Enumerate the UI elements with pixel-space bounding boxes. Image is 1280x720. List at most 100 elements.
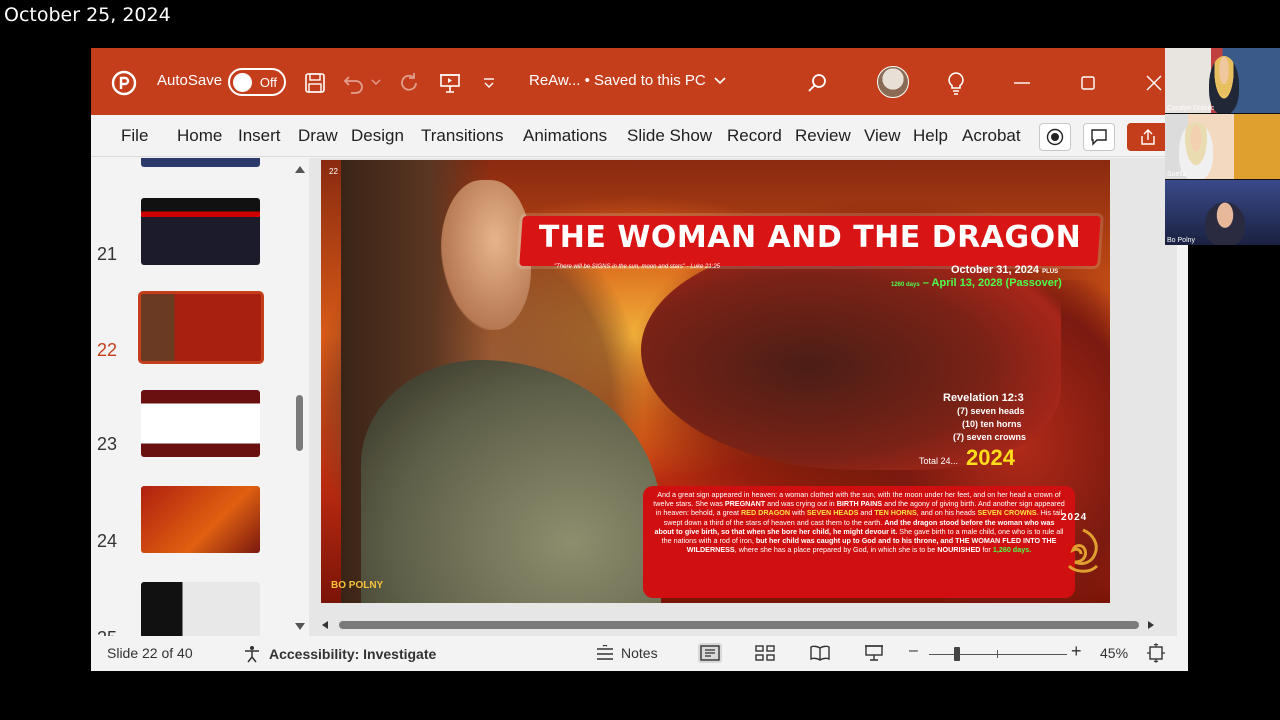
revelation-heads: (7) seven heads (957, 406, 1025, 416)
scripture-text: and was crying out in (767, 499, 835, 509)
canvas-horizontal-scrollbar[interactable] (321, 616, 1157, 634)
zoom-slider-midpoint (997, 650, 998, 658)
slide-sorter-icon (755, 645, 775, 661)
slide-editing-canvas: 22 THE WOMAN AND THE DRAGON "There will … (309, 158, 1177, 636)
tab-design[interactable]: Design (351, 126, 404, 146)
zoom-out-button[interactable]: – (909, 642, 918, 660)
autosave-label: AutoSave (157, 72, 223, 89)
slide-thumbnail-23[interactable] (141, 390, 260, 457)
revelation-total: Total 24... (919, 456, 959, 466)
accessibility-status[interactable]: Accessibility: Investigate (243, 645, 436, 663)
customize-quick-access-icon[interactable] (481, 74, 497, 92)
slide-show-button[interactable] (862, 643, 886, 663)
record-button[interactable] (1039, 123, 1071, 151)
slide-thumbnail-21[interactable] (141, 198, 260, 265)
zoom-level[interactable]: 45% (1100, 645, 1128, 661)
scroll-right-icon[interactable] (1147, 620, 1155, 630)
autosave-toggle[interactable]: Off (228, 68, 286, 96)
undo-icon[interactable] (341, 70, 367, 96)
participant-name: Sueliz (1167, 171, 1187, 178)
scripture-text: , and on his heads (916, 508, 976, 518)
bo-polny-logo: BO POLNY (331, 580, 384, 591)
participant-avatar (1205, 202, 1245, 245)
tab-animations[interactable]: Animations (523, 126, 607, 146)
tab-draw[interactable]: Draw (298, 126, 338, 146)
scrollbar-thumb[interactable] (296, 395, 303, 451)
tab-acrobat[interactable]: Acrobat (962, 126, 1021, 146)
normal-view-button[interactable] (698, 643, 722, 663)
zoom-slider-handle[interactable] (954, 647, 960, 661)
thumbnail-number: 23 (97, 434, 118, 454)
slide-thumbnail-22[interactable] (138, 291, 264, 364)
maximize-button[interactable] (1071, 70, 1105, 96)
share-icon (1141, 129, 1155, 145)
slide-thumbnail-24[interactable] (141, 486, 260, 553)
tab-view[interactable]: View (864, 126, 901, 146)
accessibility-label: Accessibility: Investigate (269, 646, 437, 662)
fit-to-window-button[interactable] (1144, 643, 1168, 663)
participant-video-1[interactable]: Carolyn Dolinic (1165, 48, 1280, 113)
thumbnail-number: 24 (97, 531, 118, 551)
slide-sorter-button[interactable] (753, 643, 777, 663)
tab-review[interactable]: Review (795, 126, 851, 146)
comments-button[interactable] (1083, 123, 1115, 151)
lightbulb-icon[interactable] (943, 70, 969, 96)
powerpoint-logo-icon (111, 70, 137, 96)
slide-thumbnails-pane: 21 22 23 24 25 (91, 158, 289, 636)
autosave-state: Off (259, 74, 277, 90)
document-title[interactable]: ReAw... • Saved to this PC (529, 72, 726, 89)
current-slide[interactable]: 22 THE WOMAN AND THE DRAGON "There will … (321, 160, 1110, 603)
scroll-left-icon[interactable] (321, 620, 329, 630)
date-2-separator: – (922, 277, 929, 289)
date-2-days: 1260 days (891, 282, 920, 288)
tab-record[interactable]: Record (727, 126, 782, 146)
slide-count: Slide 22 of 40 (107, 645, 193, 661)
thumbnails-scrollbar[interactable] (291, 158, 309, 636)
scripture-emphasis: SEVEN HEADS (806, 508, 859, 518)
participant-video-3[interactable]: Bo Polny (1165, 180, 1280, 245)
chevron-down-icon (714, 76, 726, 84)
document-title-text: ReAw... • Saved to this PC (529, 72, 706, 89)
notes-label: Notes (621, 645, 658, 661)
woman-illustration-body (361, 360, 661, 603)
tab-home[interactable]: Home (177, 126, 222, 146)
tab-file[interactable]: File (121, 126, 148, 146)
ribbon-tabs: File Home Insert Draw Design Transitions… (91, 115, 1188, 157)
woman-illustration-face (441, 180, 531, 330)
notes-button[interactable]: Notes (595, 645, 658, 661)
revelation-horns: (10) ten horns (962, 419, 1022, 429)
scripture-emphasis: 1,260 days. (992, 545, 1032, 555)
date-2-text: April 13, 2028 (Passover) (931, 277, 1062, 289)
tab-insert[interactable]: Insert (238, 126, 281, 146)
scripture-text-panel: And a great sign appeared in heaven: a w… (643, 486, 1075, 598)
tab-help[interactable]: Help (913, 126, 948, 146)
profile-avatar[interactable] (877, 66, 909, 98)
scroll-down-icon[interactable] (294, 622, 306, 632)
participant-name: Carolyn Dolinic (1167, 105, 1215, 112)
zoom-in-button[interactable]: + (1071, 641, 1082, 662)
slide-date-1: October 31, 2024 PLUS (951, 264, 1058, 276)
slide-thumbnail-20[interactable] (141, 158, 260, 167)
scroll-up-icon[interactable] (294, 164, 306, 174)
chevron-down-icon[interactable] (371, 76, 381, 88)
slide-thumbnail-25[interactable] (141, 582, 260, 636)
minimize-button[interactable] (1005, 70, 1039, 96)
scripture-text: , where she has a place prepared by God,… (734, 545, 936, 555)
zoom-slider[interactable] (929, 654, 1067, 655)
slide-date-2: 1260 days – April 13, 2028 (Passover) (891, 277, 1062, 289)
scripture-emphasis: SEVEN CROWNS (977, 508, 1037, 518)
reading-view-button[interactable] (808, 643, 832, 663)
present-from-beginning-icon[interactable] (437, 70, 463, 96)
tab-slide-show[interactable]: Slide Show (627, 126, 712, 146)
normal-view-icon (700, 645, 720, 661)
redo-icon[interactable] (396, 70, 422, 96)
search-icon[interactable] (805, 70, 831, 96)
participant-video-2[interactable]: Sueliz (1165, 114, 1280, 179)
accessibility-icon (245, 646, 259, 663)
slide-title: THE WOMAN AND THE DRAGON (538, 220, 1082, 255)
year-badge: 2024 (1061, 512, 1088, 523)
save-icon[interactable] (302, 70, 328, 96)
record-icon (1046, 128, 1064, 146)
tab-transitions[interactable]: Transitions (421, 126, 504, 146)
scrollbar-thumb[interactable] (339, 621, 1139, 629)
